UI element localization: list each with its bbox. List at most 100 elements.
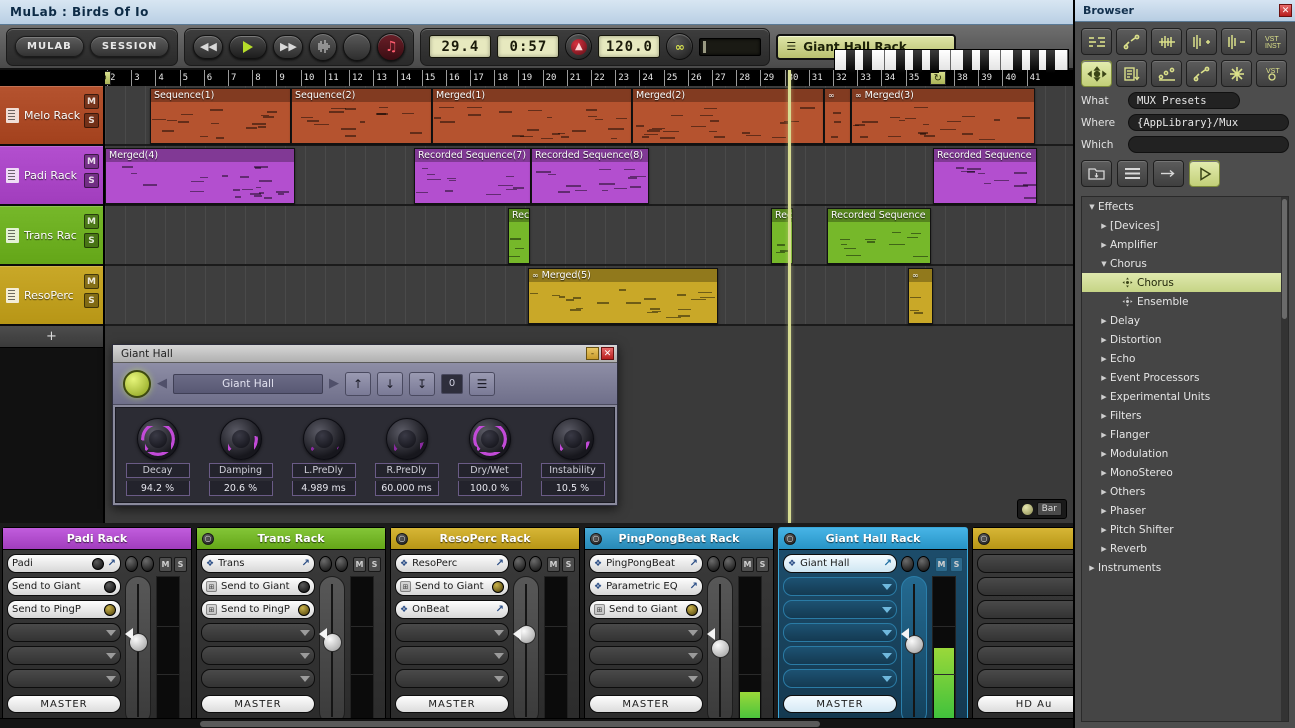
ruler-bar-tick[interactable]: 13	[373, 70, 387, 86]
solo-button[interactable]: S	[84, 293, 99, 308]
waveform-icon[interactable]	[1151, 28, 1182, 55]
mixer-channel[interactable]: ○ PingPongBeat Rack ❖ PingPongBeat ↗ ❖ Paramet…	[584, 527, 774, 728]
browser-tree[interactable]: ▼ Effects ▶ [Devices] ▶ Amplifier ▼ Chorus Choru…	[1081, 196, 1289, 722]
solo-button[interactable]: S	[84, 113, 99, 128]
device-slot[interactable]: ❖ Trans ↗	[201, 554, 315, 573]
power-icon[interactable]: ○	[396, 533, 408, 545]
master-output-button[interactable]: MASTER	[201, 695, 315, 713]
channel-solo-button[interactable]: S	[950, 557, 963, 572]
clip[interactable]: Sequence(1)	[150, 88, 291, 144]
channel-solo-button[interactable]: S	[368, 557, 381, 572]
ruler-bar-tick[interactable]: 6	[204, 70, 212, 86]
load-preset-icon[interactable]: ↑	[345, 372, 371, 396]
device-slot[interactable]	[783, 646, 897, 665]
knob-value[interactable]: 10.5 %	[541, 481, 605, 496]
tree-item[interactable]: ▶ Echo	[1082, 349, 1288, 368]
piano-black-key[interactable]	[846, 50, 855, 73]
next-preset-icon[interactable]: ▶	[329, 376, 339, 391]
channel-mute-button[interactable]: M	[935, 557, 948, 572]
open-device-icon[interactable]: ↗	[302, 558, 310, 569]
knob-value[interactable]: 100.0 %	[458, 481, 522, 496]
track-header[interactable]: Trans Rac M S	[0, 206, 103, 266]
chevron-down-icon[interactable]	[882, 607, 892, 613]
menu-icon[interactable]: ☰	[469, 372, 495, 396]
chevron-down-icon[interactable]	[882, 630, 892, 636]
device-slot[interactable]: ❖ ResoPerc ↗	[395, 554, 509, 573]
chevron-down-icon[interactable]	[106, 630, 116, 636]
mixer-channel[interactable]: Padi Rack Padi ↗ Send to Giant Send to PingP…	[2, 527, 192, 728]
tree-twisty-icon[interactable]: ▶	[1098, 393, 1110, 401]
volume-knob[interactable]	[513, 556, 526, 572]
clip[interactable]: Recorded Sequence(7)	[414, 148, 531, 204]
clip[interactable]: ∞ Merged(3)	[851, 88, 1035, 144]
ruler-bar-tick[interactable]: 30	[785, 70, 799, 86]
channel-solo-button[interactable]: S	[562, 557, 575, 572]
tree-twisty-icon[interactable]: ▶	[1098, 488, 1110, 496]
ruler-bar-tick[interactable]: 26	[688, 70, 702, 86]
device-slot[interactable]: Send to Giant	[7, 577, 121, 596]
device-slot[interactable]: Send to PingP	[7, 600, 121, 619]
device-slot[interactable]	[977, 669, 1073, 688]
channel-header[interactable]: ○ ResoPerc Rack	[391, 528, 579, 550]
ruler-bar-tick[interactable]: 29	[760, 70, 774, 86]
tree-item[interactable]: ▶ Phaser	[1082, 501, 1288, 520]
device-slot[interactable]	[977, 646, 1073, 665]
ruler-bar-tick[interactable]: 21	[567, 70, 581, 86]
ruler-bar-tick[interactable]: 10	[301, 70, 315, 86]
device-slot[interactable]	[783, 577, 897, 596]
device-slot[interactable]	[201, 623, 315, 642]
device-slot[interactable]	[7, 623, 121, 642]
chevron-down-icon[interactable]	[494, 676, 504, 682]
waveform-plus-icon[interactable]	[1186, 28, 1217, 55]
bar-label[interactable]: Bar	[1037, 502, 1062, 516]
open-device-icon[interactable]: ↗	[690, 581, 698, 592]
time-display[interactable]: 0:57	[497, 35, 559, 58]
device-slot[interactable]: ❖ OnBeat ↗	[395, 600, 509, 619]
channel-header[interactable]: Padi Rack	[3, 528, 191, 550]
list-doc-icon[interactable]	[1116, 60, 1147, 87]
play-triangle-icon[interactable]	[1189, 160, 1220, 187]
ruler-bar-tick[interactable]: 23	[615, 70, 629, 86]
ruler-bar-tick[interactable]: 16	[446, 70, 460, 86]
channel-fader[interactable]	[901, 576, 927, 725]
device-slot[interactable]: ⊞ Send to Giant	[395, 577, 509, 596]
knob-damping[interactable]	[220, 418, 262, 460]
tree-item[interactable]: ▶ Amplifier	[1082, 235, 1288, 254]
preset-name-field[interactable]: Giant Hall	[173, 374, 323, 394]
track-lane[interactable]: Sequence(1) Sequence(2) Merged(1) Merged(2)…	[105, 86, 1073, 146]
plugin-titlebar[interactable]: Giant Hall - ✕	[113, 345, 617, 363]
tree-scrollbar-thumb[interactable]	[1282, 199, 1287, 319]
channel-mute-button[interactable]: M	[547, 557, 560, 572]
device-slot[interactable]	[395, 646, 509, 665]
tree-item[interactable]: Ensemble	[1082, 292, 1288, 311]
scatter-icon[interactable]	[1081, 28, 1112, 55]
device-slot[interactable]: Padi ↗	[7, 554, 121, 573]
mute-button[interactable]: M	[84, 154, 99, 169]
vst-fx-icon[interactable]: VST	[1256, 60, 1287, 87]
vst-inst-icon[interactable]: VST INST	[1256, 28, 1287, 55]
solo-button[interactable]: S	[84, 173, 99, 188]
ruler-bar-tick[interactable]: 11	[325, 70, 339, 86]
channel-mute-button[interactable]: M	[741, 557, 754, 572]
clip[interactable]: Merged(1)	[432, 88, 632, 144]
piano-black-key[interactable]	[930, 50, 939, 73]
device-knob[interactable]	[104, 604, 116, 616]
device-slot[interactable]	[977, 554, 1073, 573]
device-knob[interactable]	[104, 581, 116, 593]
solo-button[interactable]: S	[84, 233, 99, 248]
ruler-bar-tick[interactable]: 19	[518, 70, 532, 86]
device-slot[interactable]	[977, 577, 1073, 596]
loop-start-marker[interactable]: ↻	[105, 71, 111, 85]
record-icon[interactable]	[343, 33, 371, 61]
star-icon[interactable]	[1221, 60, 1252, 87]
device-slot[interactable]	[7, 669, 121, 688]
piano-black-key[interactable]	[1030, 50, 1039, 73]
power-icon[interactable]: ○	[978, 533, 990, 545]
mixer-channel[interactable]: ○ ResoPerc Rack ❖ ResoPerc ↗ ⊞ Send to Giant ❖ O…	[390, 527, 580, 728]
device-slot[interactable]	[395, 623, 509, 642]
tempo-display[interactable]: 120.0	[598, 35, 660, 58]
tree-twisty-icon[interactable]: ▶	[1098, 222, 1110, 230]
device-slot[interactable]	[201, 646, 315, 665]
folder-icon[interactable]	[1081, 160, 1112, 187]
device-knob[interactable]	[492, 581, 504, 593]
